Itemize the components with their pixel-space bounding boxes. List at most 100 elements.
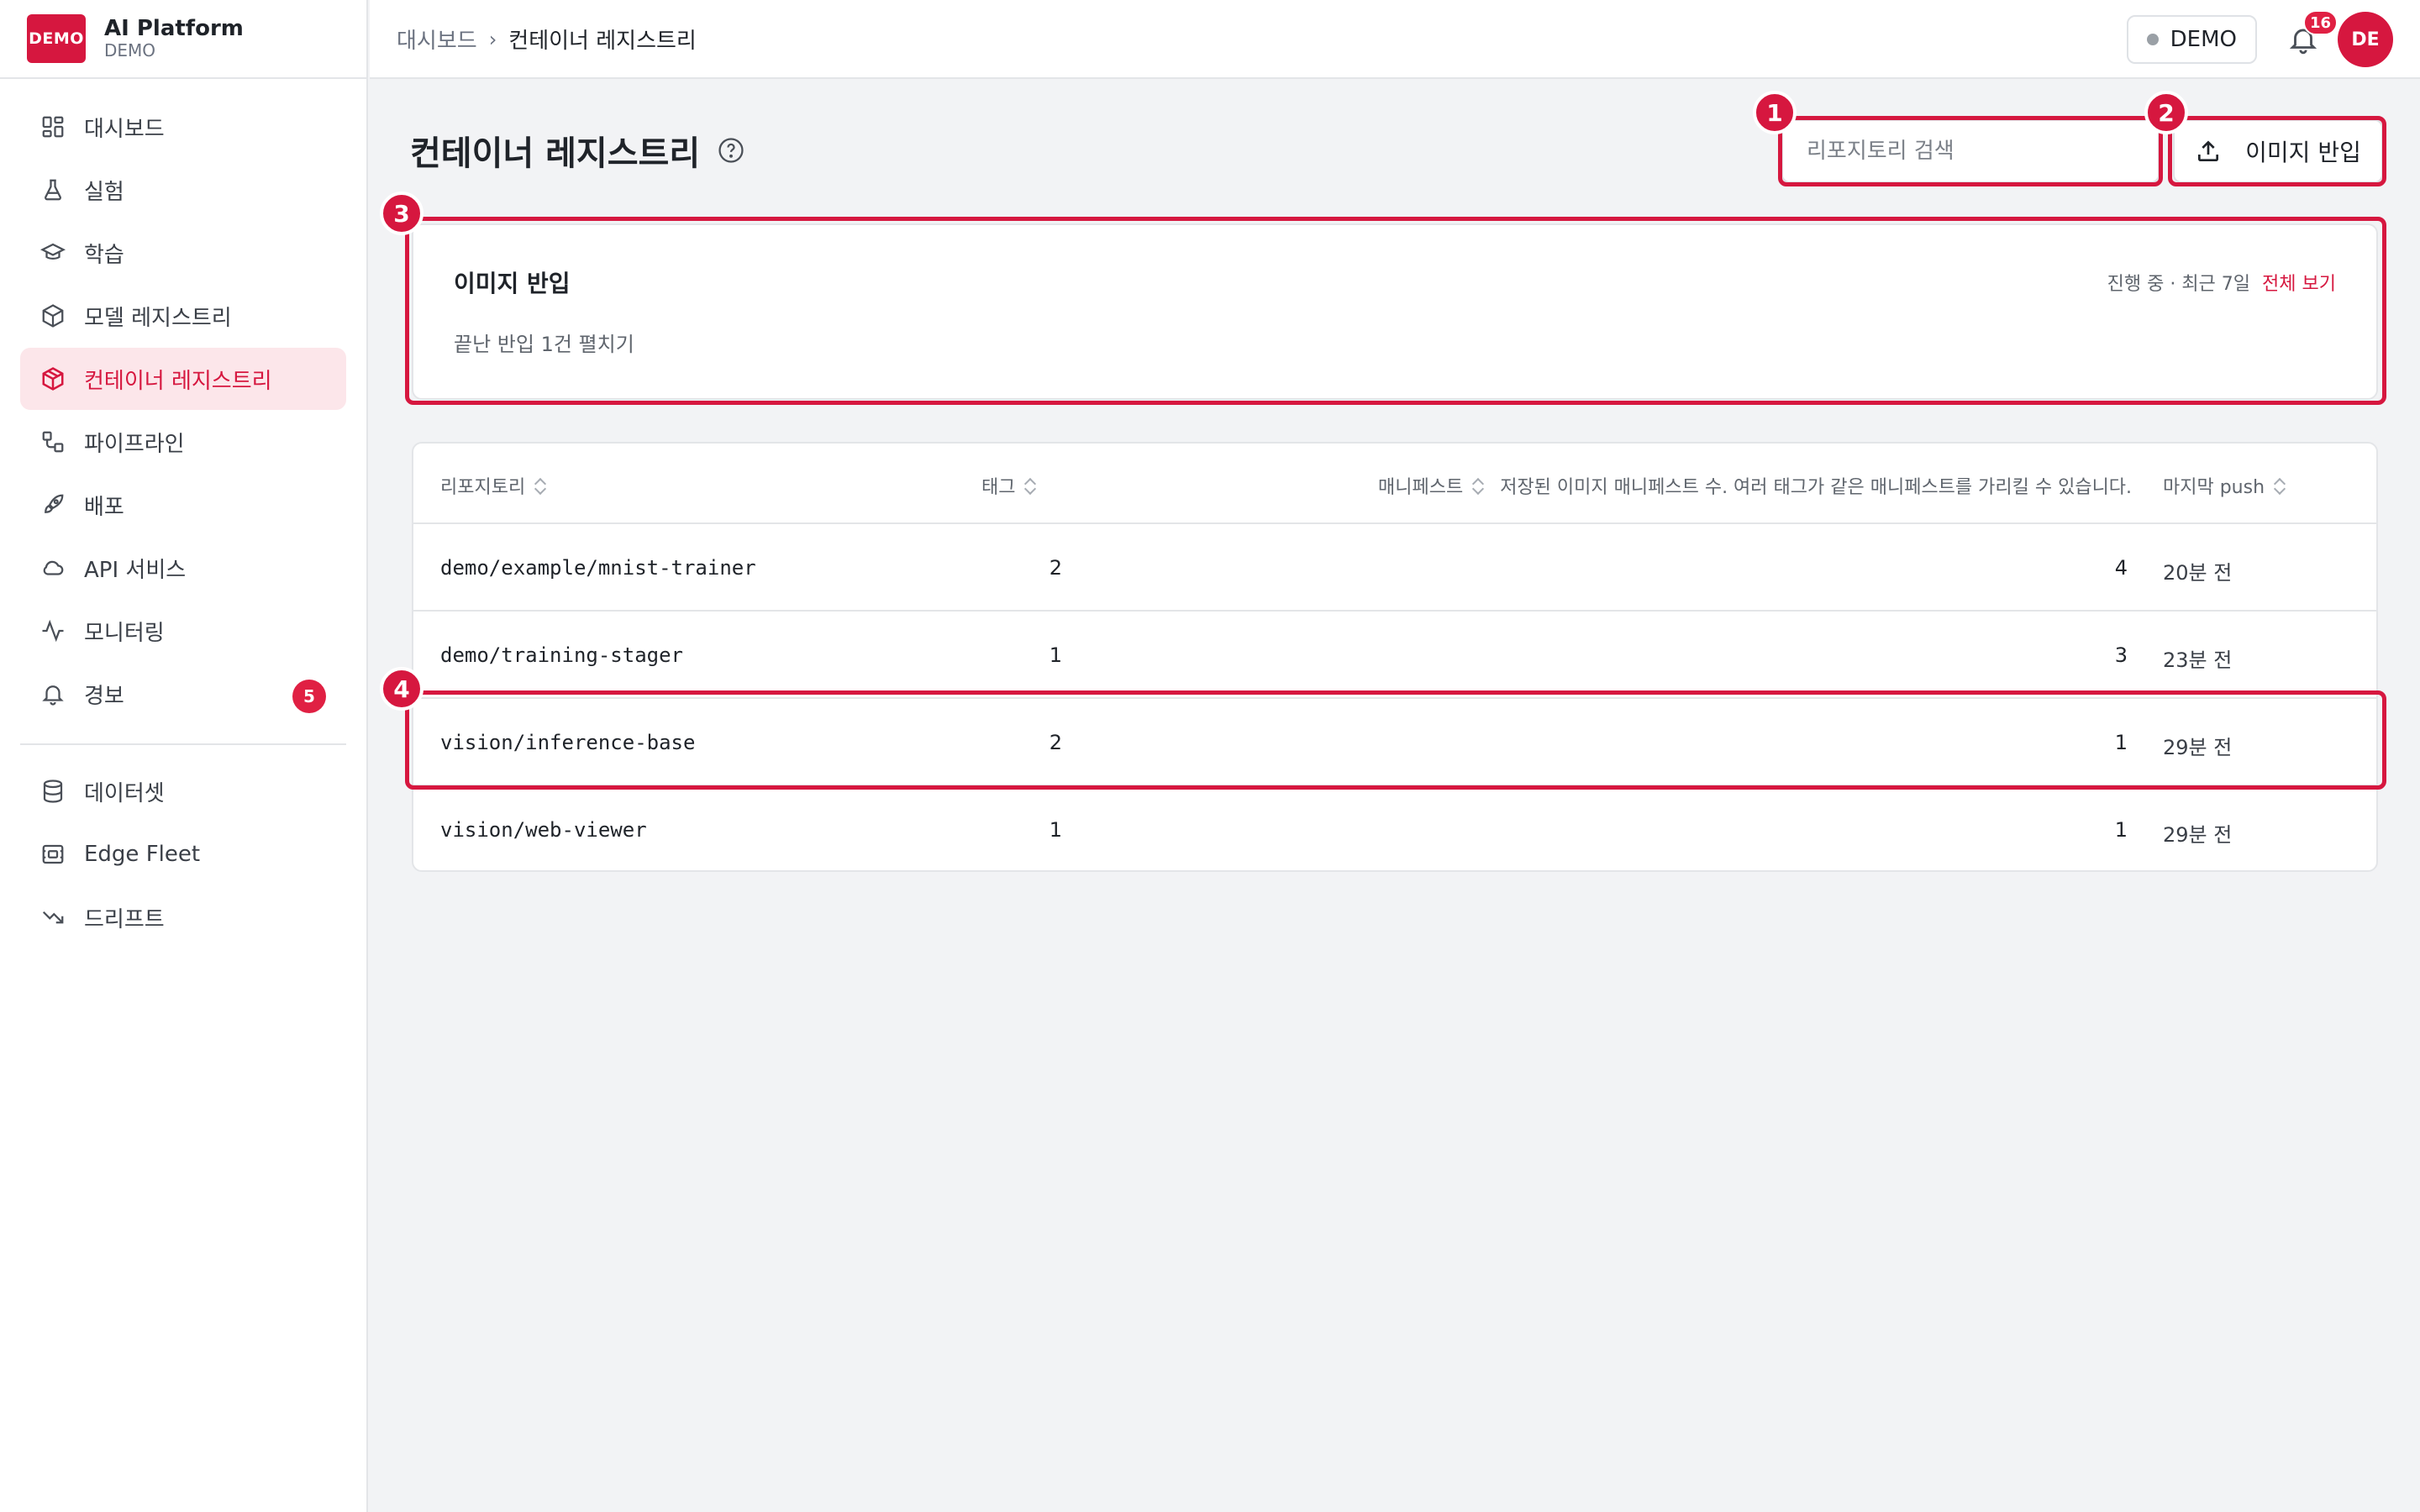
page-title-row: 컨테이너 레지스트리: [410, 126, 745, 175]
environment-label: DEMO: [2170, 27, 2237, 52]
sidebar-item-api-services[interactable]: API 서비스: [20, 537, 346, 599]
tag-count: 2: [1049, 556, 1062, 580]
table-row[interactable]: demo/training-stager 1 3 23분 전: [413, 612, 2376, 699]
repository-name[interactable]: demo/training-stager: [440, 643, 683, 667]
last-push-time: 20분 전: [2163, 561, 2233, 585]
sidebar-item-label: 컨테이너 레지스트리: [84, 368, 272, 394]
trending-down-icon: [40, 905, 66, 930]
environment-status-dot: [2146, 34, 2159, 45]
rocket-icon: [40, 492, 66, 517]
sidebar-item-container-registry[interactable]: 컨테이너 레지스트리: [20, 348, 346, 410]
upload-icon: [2198, 140, 2219, 161]
table-header: 리포지토리 태그 매니페스트 저장된 이미지 매니페스트 수. 여러 태그가 같…: [413, 444, 2376, 524]
expand-finished-imports[interactable]: 끝난 반입 1건 펼치기: [454, 328, 634, 357]
sidebar-item-label: 데이터셋: [84, 780, 165, 806]
sidebar-item-monitoring[interactable]: 모니터링: [20, 600, 346, 662]
table-row[interactable]: demo/example/mnist-trainer 2 4 20분 전: [413, 524, 2376, 612]
tag-count: 1: [1049, 643, 1062, 667]
repository-search-input[interactable]: [1781, 119, 2160, 183]
sidebar-item-label: 모니터링: [84, 620, 165, 646]
annotation-marker-1: 1: [1753, 91, 1797, 134]
image-import-card: 이미지 반입 진행 중 · 최근 7일 전체 보기 끝난 반입 1건 펼치기: [412, 223, 2378, 400]
activity-icon: [40, 618, 66, 643]
sidebar-item-label: 학습: [84, 242, 124, 268]
repository-name[interactable]: vision/inference-base: [440, 731, 695, 754]
sidebar-item-model-registry[interactable]: 모델 레지스트리: [20, 285, 346, 347]
import-card-status: 진행 중 · 최근 7일: [2107, 274, 2251, 295]
table-row[interactable]: vision/web-viewer 1 1 29분 전: [413, 786, 2376, 870]
sidebar-item-drift[interactable]: 드리프트: [20, 886, 346, 948]
breadcrumb-dashboard-link[interactable]: 대시보드: [397, 24, 477, 55]
sidebar-item-label: 경보: [84, 683, 124, 709]
sidebar-item-label: Edge Fleet: [84, 842, 201, 867]
column-header-repository[interactable]: 리포지토리: [440, 472, 547, 499]
user-avatar[interactable]: DE: [2338, 12, 2393, 67]
sidebar-item-edge-fleet[interactable]: Edge Fleet: [20, 823, 346, 885]
chevron-right-icon: ›: [488, 27, 497, 51]
tag-count: 2: [1049, 731, 1062, 754]
sort-icon: [1025, 476, 1037, 495]
sidebar-item-label: 파이프라인: [84, 431, 185, 457]
sidebar-item-pipelines[interactable]: 파이프라인: [20, 411, 346, 473]
manifest-count: 4: [2114, 556, 2128, 580]
repository-name[interactable]: vision/web-viewer: [440, 818, 647, 842]
manifest-count: 3: [2114, 643, 2128, 667]
sidebar-item-label: 드리프트: [84, 906, 165, 932]
column-header-last-push[interactable]: 마지막 push: [2163, 472, 2286, 499]
sidebar-item-alerts[interactable]: 경보 5: [20, 663, 346, 725]
sidebar-nav: 대시보드 실험 학습 모델 레지스트리 컨테이너 레지스트리 파이프라인 배포: [0, 79, 366, 948]
sidebar-item-training[interactable]: 학습: [20, 222, 346, 284]
import-image-button[interactable]: 이미지 반입: [2173, 119, 2383, 183]
column-header-label: 리포지토리: [440, 477, 526, 498]
container-icon: [40, 366, 66, 391]
help-circle-icon[interactable]: [717, 136, 745, 165]
manifests-column-hint: 저장된 이미지 매니페스트 수. 여러 태그가 같은 매니페스트를 가리킬 수 …: [1500, 477, 2133, 498]
last-push-time: 23분 전: [2163, 648, 2233, 672]
brand-text: AI Platform DEMO: [104, 15, 244, 61]
graduation-cap-icon: [40, 240, 66, 265]
brand-env: DEMO: [104, 40, 156, 61]
sidebar: DEMO AI Platform DEMO 대시보드 실험 학습 모델 레지스트…: [0, 0, 368, 1512]
sidebar-item-label: 모델 레지스트리: [84, 305, 232, 331]
sort-icon: [1473, 476, 1485, 495]
pipeline-icon: [40, 429, 66, 454]
sidebar-item-label: 대시보드: [84, 116, 165, 142]
column-header-label: 마지막 push: [2163, 477, 2265, 498]
repository-name[interactable]: demo/example/mnist-trainer: [440, 556, 756, 580]
table-row[interactable]: vision/inference-base 2 1 29분 전: [413, 699, 2376, 786]
repository-table: 리포지토리 태그 매니페스트 저장된 이미지 매니페스트 수. 여러 태그가 같…: [412, 442, 2378, 872]
view-all-imports-link[interactable]: 전체 보기: [2262, 269, 2336, 296]
last-push-time: 29분 전: [2163, 823, 2233, 847]
sidebar-divider: [20, 743, 346, 745]
sidebar-item-datasets[interactable]: 데이터셋: [20, 760, 346, 822]
annotation-marker-4: 4: [380, 667, 424, 711]
column-header-manifests[interactable]: 매니페스트 저장된 이미지 매니페스트 수. 여러 태그가 같은 매니페스트를 …: [1378, 472, 2132, 499]
brand-header[interactable]: DEMO AI Platform DEMO: [0, 0, 366, 79]
manifest-count: 1: [2114, 818, 2128, 842]
sidebar-item-label: 배포: [84, 494, 124, 520]
annotation-marker-2: 2: [2144, 91, 2188, 134]
cube-icon: [40, 303, 66, 328]
column-header-tags[interactable]: 태그: [981, 472, 1037, 499]
column-header-label: 태그: [981, 477, 1016, 498]
sidebar-item-label: API 서비스: [84, 557, 187, 583]
flask-icon: [40, 177, 66, 202]
sidebar-item-experiments[interactable]: 실험: [20, 159, 346, 221]
sidebar-item-deployments[interactable]: 배포: [20, 474, 346, 536]
page-title: 컨테이너 레지스트리: [410, 134, 701, 173]
notification-count-badge: 16: [2302, 10, 2338, 35]
sidebar-item-dashboard[interactable]: 대시보드: [20, 96, 346, 158]
breadcrumb-current: 컨테이너 레지스트리: [508, 29, 697, 54]
topbar: 대시보드 › 컨테이너 레지스트리 DEMO 16 DE: [370, 0, 2420, 79]
sort-icon: [2275, 476, 2286, 495]
brand-name: AI Platform: [104, 15, 244, 41]
bell-icon: [40, 681, 66, 706]
last-push-time: 29분 전: [2163, 736, 2233, 759]
import-card-title: 이미지 반입: [454, 270, 571, 297]
edge-device-icon: [40, 842, 66, 867]
manifest-count: 1: [2114, 731, 2128, 754]
environment-selector[interactable]: DEMO: [2126, 15, 2257, 64]
dashboard-icon: [40, 114, 66, 139]
sidebar-item-label: 실험: [84, 179, 124, 205]
breadcrumb: 대시보드 › 컨테이너 레지스트리: [397, 24, 697, 55]
